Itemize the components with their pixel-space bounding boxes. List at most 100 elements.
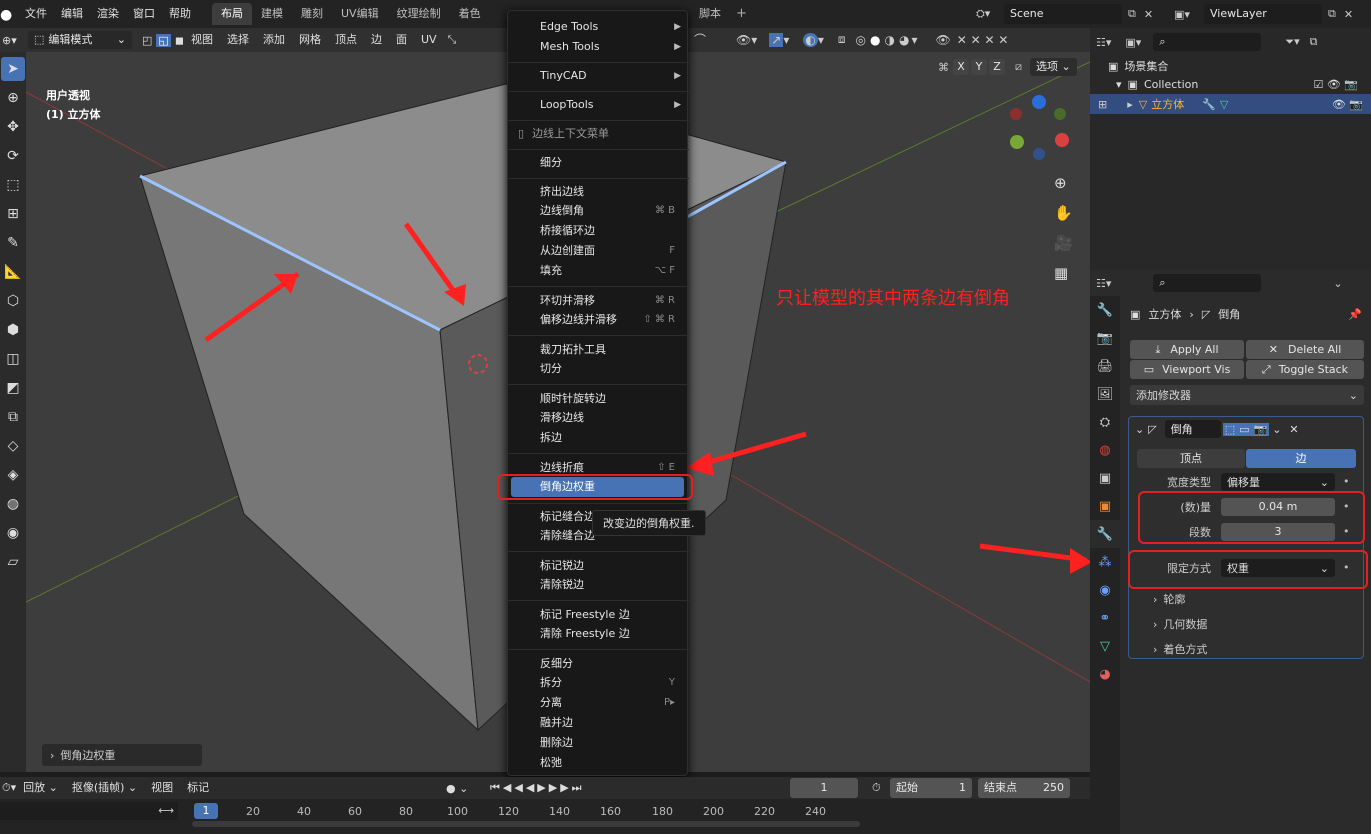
scene-field[interactable]: Scene	[1004, 4, 1122, 24]
menu-separate[interactable]: 分离 P▸	[508, 693, 689, 713]
menu-extrude-edges[interactable]: 挤出边线	[508, 182, 689, 202]
menu-window[interactable]: 窗口	[126, 0, 162, 28]
material-tab-icon[interactable]: ◕	[1090, 660, 1120, 688]
menu-edge-tools[interactable]: Edge Tools ▶	[508, 17, 689, 37]
menu-bisect[interactable]: 切分	[508, 359, 689, 379]
mirror-z[interactable]: Z	[989, 59, 1005, 75]
render-tab-icon[interactable]: 📷	[1090, 324, 1120, 352]
tab-uv[interactable]: UV编辑	[332, 3, 388, 25]
timeline-scrollbar[interactable]	[192, 821, 860, 827]
editor-type-icon[interactable]: ⊕▾	[0, 34, 28, 47]
mode-select[interactable]: ⬚ 编辑模式 ⌄	[28, 31, 132, 49]
cube-object-row[interactable]: ⊞ ▸ ▽ 立方体 🔧 ▽ 👁 📷	[1090, 94, 1371, 114]
menu-add[interactable]: 添加	[256, 26, 292, 54]
playhead[interactable]: 1	[194, 803, 218, 819]
auto-merge-icon[interactable]: ⧄	[1015, 60, 1022, 74]
outliner-search-input[interactable]: ⌕	[1153, 33, 1262, 51]
shear-tool-icon[interactable]: ▱	[1, 550, 25, 574]
marker-menu[interactable]: 标记	[180, 774, 216, 802]
chevron-down-icon[interactable]: ⌄	[1272, 423, 1281, 436]
measure-tool-icon[interactable]: 📐	[1, 260, 25, 284]
menu-vertex[interactable]: 顶点	[328, 26, 364, 54]
menu-view[interactable]: 视图	[184, 26, 220, 54]
shading-rendered-icon[interactable]: ◕	[899, 33, 909, 47]
particles-tab-icon[interactable]: ⁂	[1090, 548, 1120, 576]
close-viewlayer-icon[interactable]: ✕	[1344, 8, 1353, 21]
delete-all-button[interactable]: ✕ Delete All	[1246, 340, 1364, 359]
output-tab-icon[interactable]: 🖨	[1090, 352, 1120, 380]
menu-bridge-loops[interactable]: 桥接循环边	[508, 221, 689, 241]
options-dropdown[interactable]: 选项 ⌄	[1030, 58, 1077, 76]
properties-editor-icon[interactable]: ☷▾	[1096, 277, 1111, 290]
menu-mesh[interactable]: 网格	[292, 26, 328, 54]
outliner-visibility-icon[interactable]: 👁	[936, 33, 951, 47]
scene-collection-row[interactable]: ▣ 场景集合	[1108, 58, 1168, 74]
menu-mesh-tools[interactable]: Mesh Tools ▶	[508, 37, 689, 57]
shading-material-icon[interactable]: ◑	[885, 33, 895, 47]
menu-edge-slide[interactable]: 滑移边线	[508, 408, 689, 428]
viewlayer-field[interactable]: ViewLayer	[1204, 4, 1322, 24]
transform-orientation-icon[interactable]: ⤡	[448, 33, 457, 47]
menu-bevel-edges[interactable]: 边线倒角 ⌘ B	[508, 201, 689, 221]
display-mode-icon[interactable]: ▣▾	[1125, 36, 1141, 49]
close-icon[interactable]: ✕	[1289, 423, 1298, 436]
bevel-tool-icon[interactable]: ◩	[1, 376, 25, 400]
menu-help[interactable]: 帮助	[162, 0, 198, 28]
playback-controls[interactable]: ⏮◀◀◀▶▶▶⏭	[490, 781, 585, 795]
visibility-icon[interactable]: 👁▾	[736, 33, 757, 47]
overlay-menu-icon[interactable]: ▾	[818, 33, 824, 47]
tab-sculpt[interactable]: 雕刻	[292, 3, 332, 25]
clock-icon[interactable]: ⏱	[872, 781, 881, 795]
new-collection-icon[interactable]: ⧉	[1310, 35, 1318, 49]
tab-shading[interactable]: 着色	[450, 3, 490, 25]
pan-hand-icon[interactable]: ✋	[1054, 204, 1073, 234]
keying-menu[interactable]: 抠像(插帧) ⌄	[65, 774, 144, 802]
menu-split[interactable]: 拆分 Y	[508, 673, 689, 693]
add-modifier-dropdown[interactable]: 添加修改器 ⌄	[1130, 385, 1364, 405]
overlay-icon[interactable]: ◐	[803, 32, 818, 47]
copy-scene-icon[interactable]: ⧉	[1128, 7, 1136, 21]
playback-menu[interactable]: 回放 ⌄	[16, 774, 65, 802]
modifier-name-field[interactable]: 倒角	[1164, 420, 1221, 438]
shading-wire-icon[interactable]: ◎	[856, 33, 866, 47]
scene-icon[interactable]: ⛭▾	[976, 7, 1004, 21]
scene-tab-icon[interactable]: ⛭	[1090, 408, 1120, 436]
record-icon[interactable]: ● ⌄	[446, 782, 468, 795]
menu-mark-freestyle[interactable]: 标记 Freestyle 边	[508, 605, 689, 625]
viewport-toggle-icon[interactable]: ▭	[1237, 422, 1252, 436]
timeline-editor-icon[interactable]: ⏱▾	[2, 781, 16, 795]
outliner-filter-icons[interactable]: ✕ ✕ ✕ ✕	[957, 33, 1009, 47]
menu-face[interactable]: 面	[389, 26, 414, 54]
keyframe-dot[interactable]: •	[1343, 475, 1350, 488]
blender-logo-icon[interactable]: ●	[0, 7, 14, 23]
poly-build-tool-icon[interactable]: ◈	[1, 463, 25, 487]
extrude-tool-icon[interactable]: ⬢	[1, 318, 25, 342]
timeline-search[interactable]: ⟷	[0, 802, 178, 820]
menu-file[interactable]: 文件	[18, 0, 54, 28]
end-frame-field[interactable]: 结束点 250	[978, 778, 1070, 798]
menu-relax[interactable]: 松弛	[508, 753, 689, 773]
apply-all-button[interactable]: ⤓ Apply All	[1130, 340, 1244, 359]
menu-fill[interactable]: 填充 ⌥ F	[508, 261, 689, 281]
add-cube-tool-icon[interactable]: ⬡	[1, 289, 25, 313]
subpanel-shading[interactable]: › 着色方式	[1153, 641, 1207, 657]
menu-dissolve-edges[interactable]: 融并边	[508, 713, 689, 733]
tool-tab-icon[interactable]: 🔧	[1090, 296, 1120, 324]
constraints-tab-icon[interactable]: ⚭	[1090, 604, 1120, 632]
zoom-icon[interactable]: ⊕	[1054, 174, 1073, 204]
viewport-vis-button[interactable]: ▭ Viewport Vis	[1130, 360, 1244, 379]
add-workspace-button[interactable]: +	[736, 6, 747, 21]
gizmo-icon[interactable]: ↗	[769, 32, 784, 47]
menu-edge-split[interactable]: 拆边	[508, 428, 689, 448]
outliner-editor-icon[interactable]: ☷▾	[1096, 36, 1111, 49]
move-tool-icon[interactable]: ✥	[1, 115, 25, 139]
shading-solid-icon[interactable]: ●	[870, 33, 880, 47]
edit-mode-toggle-icon[interactable]: ⬚	[1222, 422, 1238, 436]
annotate-tool-icon[interactable]: ✎	[1, 231, 25, 255]
xray-icon[interactable]: ⧈	[838, 32, 846, 47]
menu-make-face[interactable]: 从边创建面 F	[508, 241, 689, 261]
render-toggle-icon[interactable]: 📷	[1251, 422, 1270, 436]
rotate-tool-icon[interactable]: ⟳	[1, 144, 25, 168]
modifier-tab-icon[interactable]: 🔧	[1090, 520, 1120, 548]
options-chevron-icon[interactable]: ⌄	[1333, 277, 1342, 290]
